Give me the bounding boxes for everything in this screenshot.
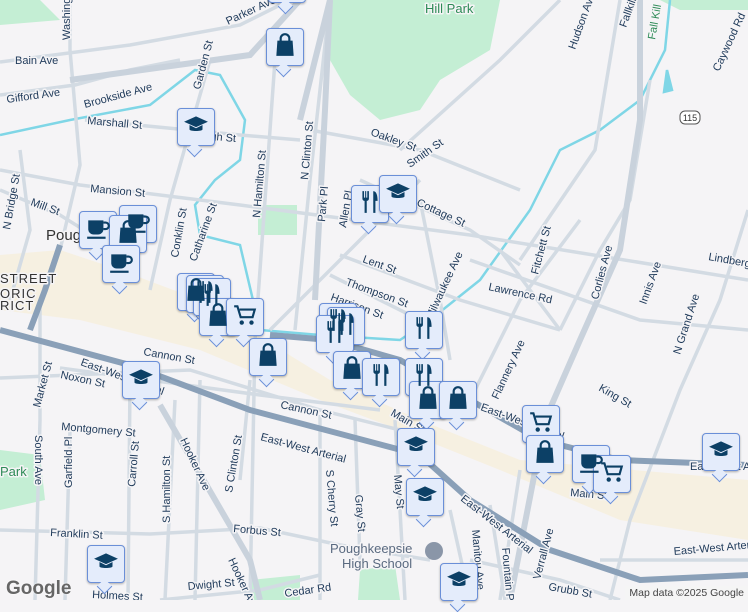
svg-text:Conklin St: Conklin St [169,207,190,258]
parks [0,0,748,600]
education-icon [93,549,119,580]
svg-text:Marshall St: Marshall St [87,115,143,132]
education-icon [385,179,411,210]
bag-icon [272,32,298,63]
svg-text:Washington St: Washington St [61,0,73,40]
district-label-3: RICT [0,298,34,313]
education-marker[interactable] [379,175,417,213]
google-logo: Google [6,578,72,599]
bag-icon [255,342,281,373]
map-canvas[interactable]: 115 Parker Ave Bain Ave Gifford Ave Broo… [0,0,748,600]
education-icon [412,482,438,513]
svg-text:East-West Arterial: East-West Arterial [259,431,347,465]
cart-marker[interactable] [593,455,631,493]
bag-icon [445,385,471,416]
svg-text:Parker Ave: Parker Ave [224,0,278,28]
svg-text:Catharine St: Catharine St [188,201,220,263]
bag-marker[interactable] [266,28,304,66]
svg-text:Grubb St: Grubb St [547,581,592,600]
coffee-icon [108,249,134,280]
svg-text:Park: Park [0,464,27,479]
restaurant-marker[interactable] [362,358,400,396]
svg-text:Hill Park: Hill Park [425,1,474,16]
svg-text:N Clinton St: N Clinton St [299,121,316,181]
svg-text:Lindbergh: Lindbergh [707,251,748,271]
svg-text:Mansion St: Mansion St [90,183,146,200]
svg-text:South Ave: South Ave [32,435,44,485]
svg-text:Caywood Rd: Caywood Rd [711,11,748,73]
bag-marker[interactable] [249,338,287,376]
holmes-st-label: Holmes St [92,589,143,600]
svg-text:Mill St: Mill St [29,197,61,219]
svg-text:Bain Ave: Bain Ave [15,55,58,67]
svg-text:Gray St: Gray St [352,494,367,532]
education-icon [403,432,429,463]
svg-text:S Cherry St: S Cherry St [323,469,340,527]
education-icon [128,365,154,396]
svg-text:115: 115 [683,113,697,123]
svg-text:Forbus St: Forbus St [233,523,282,539]
restaurant-icon [357,189,383,220]
education-marker[interactable] [177,108,215,146]
education-icon [446,567,472,598]
cart-icon [599,459,625,490]
svg-text:Oakley St: Oakley St [369,127,418,155]
education-marker[interactable] [87,545,125,583]
restaurant-marker[interactable] [405,311,443,349]
svg-text:King St: King St [597,382,634,410]
svg-text:East-West Arterial: East-West Arterial [673,538,748,558]
svg-text:Franklin St: Franklin St [50,527,103,542]
svg-text:Fall Kill: Fall Kill [646,4,664,41]
svg-text:Garfield Pl: Garfield Pl [63,437,75,488]
education-icon [183,112,209,143]
svg-text:High School: High School [342,556,412,571]
svg-text:Market St: Market St [31,360,55,409]
restaurant-icon [411,315,437,346]
education-marker[interactable] [702,433,740,471]
bag-marker[interactable] [439,381,477,419]
cart-marker[interactable] [226,298,264,336]
education-marker[interactable] [122,361,160,399]
route-115-shield: 115 [679,110,701,125]
education-marker[interactable] [406,478,444,516]
map-attribution[interactable]: Map data ©2025 Google [625,586,748,600]
bag-marker[interactable] [526,435,564,473]
school-poi-icon [425,542,443,560]
bag-icon [415,385,441,416]
restaurant-icon [368,362,394,393]
education-marker[interactable] [440,563,478,601]
bag-icon [532,439,558,470]
coffee-icon [85,215,111,246]
cart-marker[interactable] [268,0,306,3]
cart-icon [232,302,258,333]
svg-text:Lent St: Lent St [361,254,398,277]
svg-text:Poughkeepsie: Poughkeepsie [330,541,412,556]
svg-text:Gifford Ave: Gifford Ave [6,87,61,106]
svg-text:Hooker Ave: Hooker Ave [177,436,212,492]
svg-text:Innis Ave: Innis Ave [638,260,664,306]
svg-text:May St: May St [391,474,406,509]
education-icon [708,437,734,468]
restaurant-icon [322,319,348,350]
education-marker[interactable] [397,428,435,466]
svg-text:STREET: STREET [0,271,57,286]
svg-text:Hudson Ave: Hudson Ave [567,0,598,51]
svg-text:Fitchett St: Fitchett St [529,225,553,276]
svg-text:N Bridge St: N Bridge St [1,173,23,230]
svg-text:S Hamilton St: S Hamilton St [161,456,173,523]
coffee-marker[interactable] [102,245,140,283]
